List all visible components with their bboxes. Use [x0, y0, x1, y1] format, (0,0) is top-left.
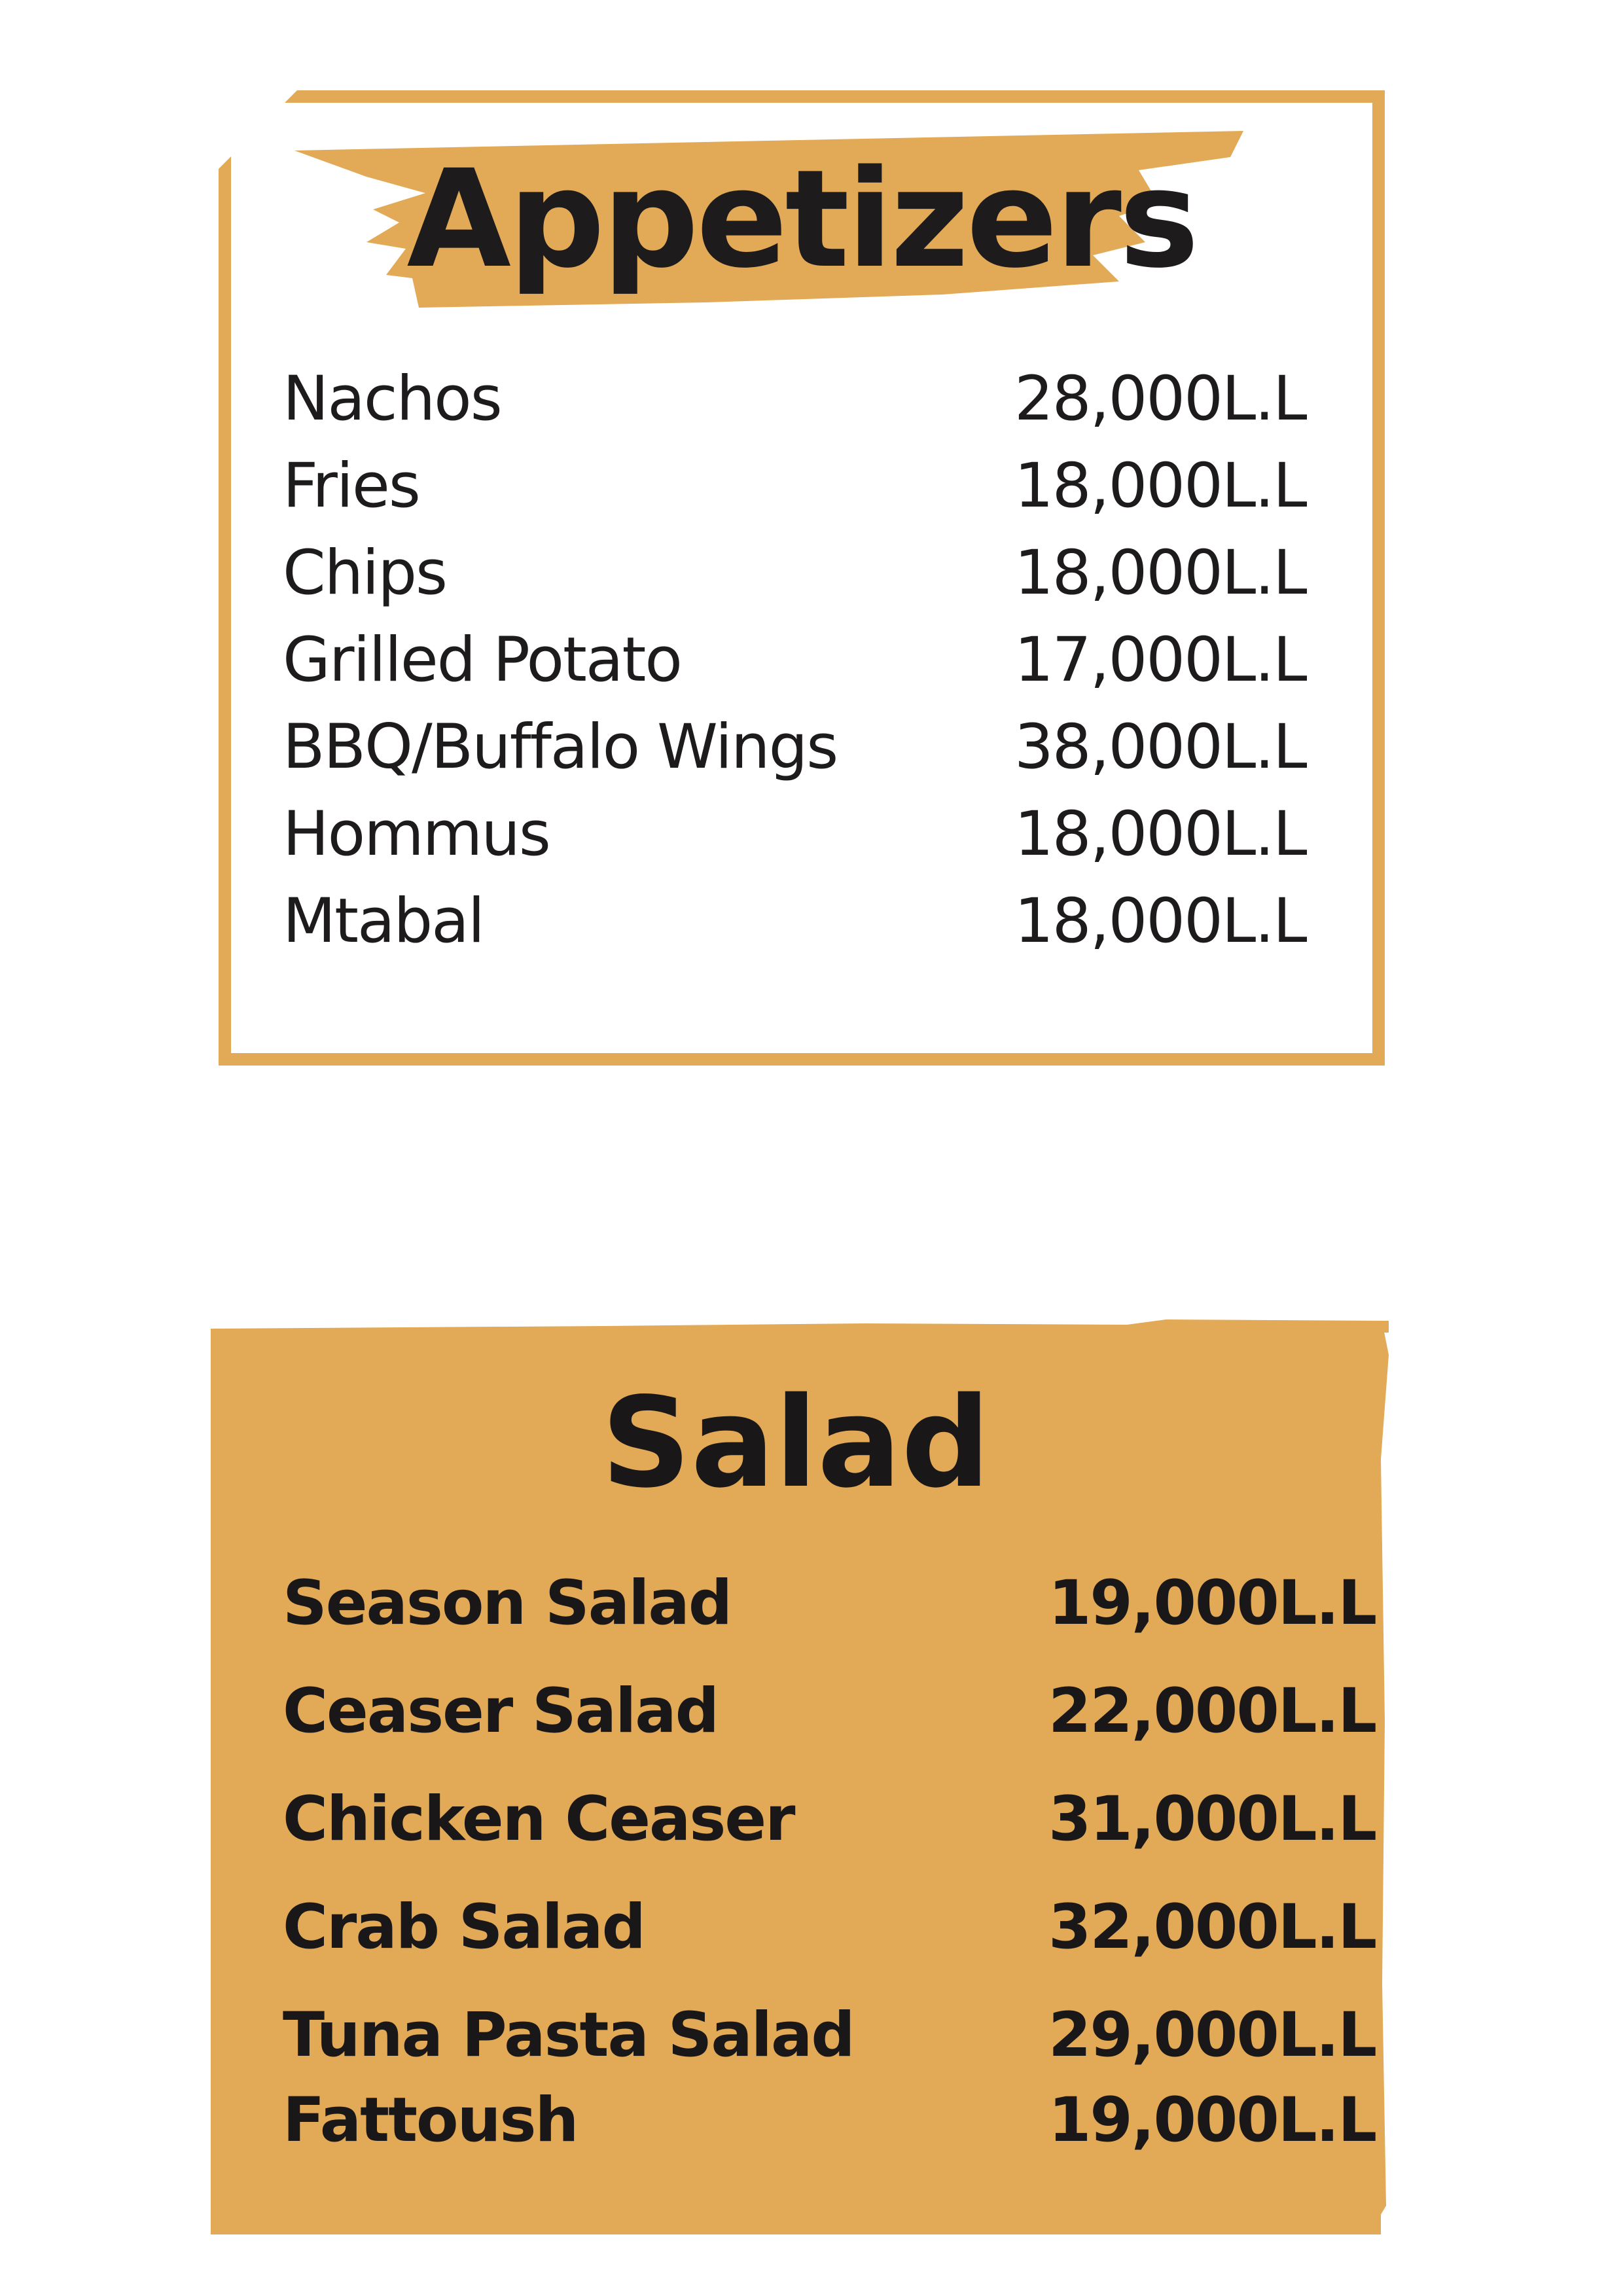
- menu-item-name: Nachos: [283, 363, 503, 435]
- menu-item-price: 29,000L.L: [1048, 2000, 1377, 2071]
- appetizers-title: Appetizers: [406, 141, 1200, 298]
- menu-item: Season Salad 19,000L.L: [283, 1568, 1377, 1639]
- menu-item-price: 22,000L.L: [1048, 1676, 1377, 1747]
- menu-item-price: 28,000L.L: [1014, 363, 1308, 435]
- menu-item-name: Grilled Potato: [283, 624, 683, 696]
- salad-title: Salad: [601, 1371, 991, 1515]
- menu-item-price: 32,000L.L: [1048, 1892, 1377, 1963]
- menu-item: Ceaser Salad 22,000L.L: [283, 1676, 1377, 1747]
- menu-item: Hommus 18,000L.L: [283, 798, 1308, 870]
- menu-item-price: 18,000L.L: [1014, 886, 1308, 957]
- menu-item-name: Crab Salad: [283, 1892, 646, 1963]
- menu-item-name: Fries: [283, 450, 421, 522]
- menu-item: BBQ/Buffalo Wings 38,000L.L: [283, 711, 1308, 783]
- menu-item-name: Fattoush: [283, 2085, 579, 2156]
- menu-item-price: 18,000L.L: [1014, 450, 1308, 522]
- menu-item: Nachos 28,000L.L: [283, 363, 1308, 435]
- menu-item-name: Season Salad: [283, 1568, 732, 1639]
- menu-item-price: 38,000L.L: [1014, 711, 1308, 783]
- menu-item-price: 17,000L.L: [1014, 624, 1308, 696]
- menu-item-name: Hommus: [283, 798, 551, 870]
- menu-item-price: 18,000L.L: [1014, 537, 1308, 609]
- menu-item-price: 18,000L.L: [1014, 798, 1308, 870]
- menu-item: Crab Salad 32,000L.L: [283, 1892, 1377, 1963]
- menu-item-name: Mtabal: [283, 886, 485, 957]
- menu-item: Tuna Pasta Salad 29,000L.L: [283, 2000, 1377, 2071]
- menu-item-name: Tuna Pasta Salad: [283, 2000, 855, 2071]
- menu-item-name: Chicken Ceaser: [283, 1784, 795, 1855]
- menu-item: Chips 18,000L.L: [283, 537, 1308, 609]
- menu-item: Grilled Potato 17,000L.L: [283, 624, 1308, 696]
- menu-item-name: Ceaser Salad: [283, 1676, 719, 1747]
- menu-item: Fries 18,000L.L: [283, 450, 1308, 522]
- menu-item: Chicken Ceaser 31,000L.L: [283, 1784, 1377, 1855]
- menu-item-name: Chips: [283, 537, 448, 609]
- menu-item-price: 31,000L.L: [1048, 1784, 1377, 1855]
- card-rough-edge-top: [211, 1319, 1389, 1333]
- menu-item: Fattoush 19,000L.L: [283, 2085, 1377, 2156]
- menu-item-name: BBQ/Buffalo Wings: [283, 711, 838, 783]
- menu-item-price: 19,000L.L: [1048, 2085, 1377, 2156]
- menu-item: Mtabal 18,000L.L: [283, 886, 1308, 957]
- menu-item-price: 19,000L.L: [1048, 1568, 1377, 1639]
